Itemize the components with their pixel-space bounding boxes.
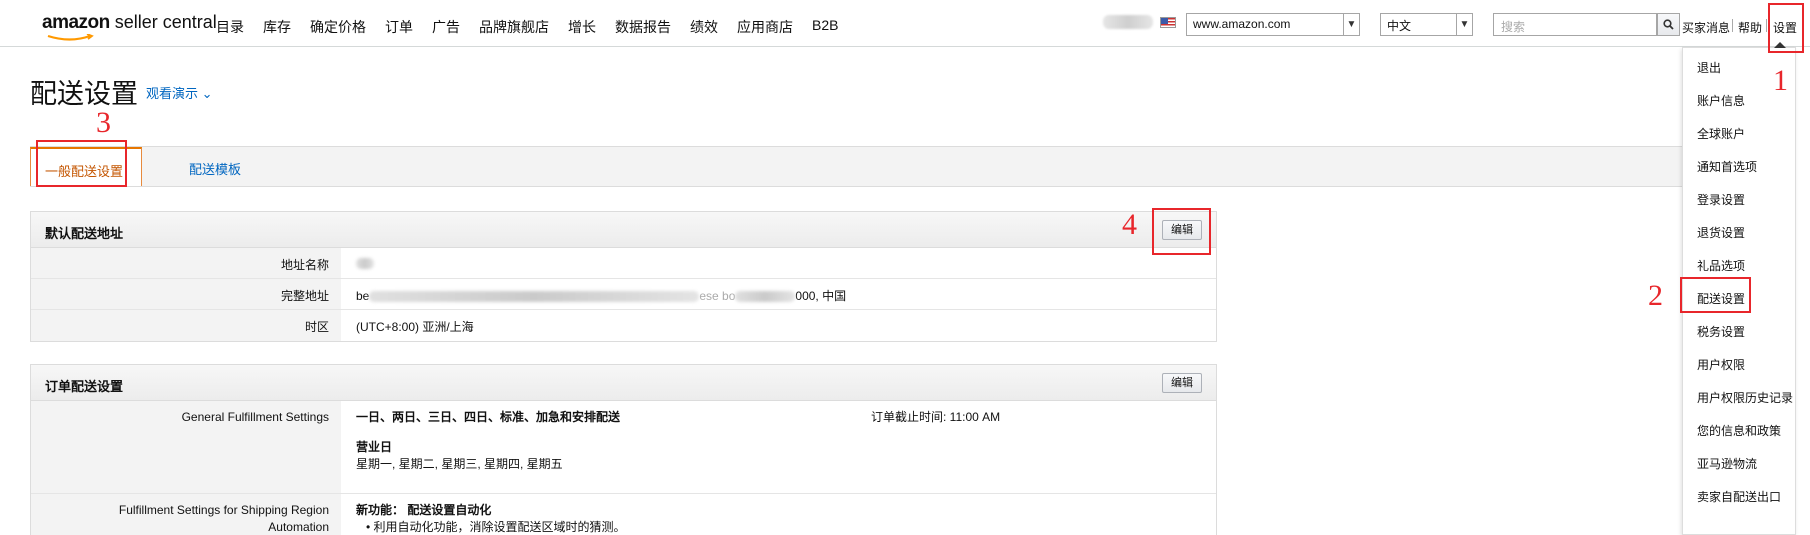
timezone-value: (UTC+8:00) 亚洲/上海 xyxy=(356,320,474,334)
full-address-row: 完整地址 be ese bo 000, 中国 xyxy=(31,279,1216,310)
nav-orders[interactable]: 订单 xyxy=(385,17,413,37)
nav-inventory[interactable]: 库存 xyxy=(263,17,291,37)
region-label-line1: Fulfillment Settings for Shipping Region xyxy=(118,503,329,517)
menu-item-return-settings[interactable]: 退货设置 xyxy=(1697,224,1745,241)
menu-item-logout[interactable]: 退出 xyxy=(1697,59,1721,76)
annotation-box-edit-button xyxy=(1152,208,1211,255)
nav-b2b[interactable]: B2B xyxy=(812,17,838,37)
address-name-value xyxy=(356,256,374,270)
address-name-label: 地址名称 xyxy=(31,248,341,278)
nav-pricing[interactable]: 确定价格 xyxy=(310,17,366,37)
marketplace-value: www.amazon.com xyxy=(1193,17,1291,31)
nav-catalog[interactable]: 目录 xyxy=(216,17,244,37)
menu-item-login-settings[interactable]: 登录设置 xyxy=(1697,191,1745,208)
chevron-down-icon: ▼ xyxy=(1456,14,1472,35)
top-nav-bar: amazon seller central 目录 库存 确定价格 订单 广告 品… xyxy=(0,0,1810,47)
logo-brand: amazon xyxy=(42,12,110,33)
annotation-number-1: 1 xyxy=(1773,64,1788,97)
timezone-row: 时区 (UTC+8:00) 亚洲/上海 xyxy=(31,310,1216,341)
nav-reports[interactable]: 数据报告 xyxy=(615,17,671,37)
address-mid: ese bo xyxy=(699,289,736,303)
general-fulfillment-content: 一日、两日、三日、四日、标准、加急和安排配送 订单截止时间: 11:00 AM … xyxy=(356,401,1216,473)
chevron-down-icon: ▼ xyxy=(1343,14,1359,35)
order-shipping-panel: 订单配送设置 编辑 General Fulfillment Settings 一… xyxy=(30,364,1217,535)
watch-demo-link[interactable]: 观看演示 ⌄ xyxy=(146,83,213,102)
fulfillment-methods: 一日、两日、三日、四日、标准、加急和安排配送 xyxy=(356,410,621,424)
menu-item-gift-options[interactable]: 礼品选项 xyxy=(1697,257,1745,274)
tab-bar: 一般配送设置 配送模板 xyxy=(30,146,1795,187)
full-address-value: be ese bo 000, 中国 xyxy=(356,287,846,304)
general-fulfillment-row: General Fulfillment Settings 一日、两日、三日、四日… xyxy=(31,401,1216,494)
general-fulfillment-label: General Fulfillment Settings xyxy=(31,401,341,493)
business-days-title: 营业日 xyxy=(356,440,393,454)
address-suffix: 000, 中国 xyxy=(795,289,847,303)
region-automation-content: 新功能： 配送设置自动化 • 利用自动化功能，消除设置配送区域时的猜测。 xyxy=(356,494,1216,535)
amazon-smile-icon xyxy=(47,34,94,41)
panel-header: 默认配送地址 编辑 xyxy=(31,212,1216,248)
tab-shipping-templates[interactable]: 配送模板 xyxy=(175,147,255,186)
seller-central-logo[interactable]: amazon seller central xyxy=(42,12,217,41)
address-prefix: be xyxy=(356,289,370,303)
menu-item-permission-history[interactable]: 用户权限历史记录 xyxy=(1697,389,1793,406)
page-title: 配送设置 xyxy=(30,79,138,109)
annotation-number-2: 2 xyxy=(1648,279,1663,312)
divider xyxy=(1766,19,1767,32)
buyer-messages-link[interactable]: 买家消息 xyxy=(1682,19,1730,36)
region-label-line2: Automation xyxy=(268,520,329,534)
annotation-box-general-tab xyxy=(36,140,127,187)
search-input[interactable]: 搜索 xyxy=(1493,13,1657,36)
menu-item-mfn-export[interactable]: 卖家自配送出口 xyxy=(1697,488,1781,505)
language-value: 中文 xyxy=(1387,19,1412,33)
nav-appstore[interactable]: 应用商店 xyxy=(737,17,793,37)
nav-performance[interactable]: 绩效 xyxy=(690,17,718,37)
panel-header: 订单配送设置 编辑 xyxy=(31,365,1216,401)
menu-item-account-info[interactable]: 账户信息 xyxy=(1697,92,1745,109)
nav-growth[interactable]: 增长 xyxy=(568,17,596,37)
annotation-box-settings xyxy=(1768,3,1804,53)
language-select[interactable]: 中文 ▼ xyxy=(1380,13,1473,36)
help-link[interactable]: 帮助 xyxy=(1738,19,1762,36)
region-automation-label: Fulfillment Settings for Shipping Region… xyxy=(31,494,341,535)
automation-bullet: • 利用自动化功能，消除设置配送区域时的猜测。 xyxy=(366,520,626,534)
business-days-value: 星期一, 星期二, 星期三, 星期四, 星期五 xyxy=(356,457,563,471)
search-icon xyxy=(1663,19,1674,30)
annotation-number-3: 3 xyxy=(96,106,111,139)
panel-title: 订单配送设置 xyxy=(45,379,124,394)
address-name-row: 地址名称 xyxy=(31,248,1216,279)
blurred-account-name xyxy=(1103,15,1153,29)
annotation-box-shipping-settings xyxy=(1680,277,1751,313)
timezone-label: 时区 xyxy=(31,310,341,341)
marketplace-select[interactable]: www.amazon.com ▼ xyxy=(1186,13,1360,36)
annotation-number-4: 4 xyxy=(1122,208,1137,241)
menu-item-tax-settings[interactable]: 税务设置 xyxy=(1697,323,1745,340)
main-nav: 目录 库存 确定价格 订单 广告 品牌旗舰店 增长 数据报告 绩效 应用商店 B… xyxy=(216,17,857,37)
nav-stores[interactable]: 品牌旗舰店 xyxy=(479,17,549,37)
us-flag-icon xyxy=(1160,17,1176,28)
menu-item-info-and-policies[interactable]: 您的信息和政策 xyxy=(1697,422,1781,439)
menu-item-user-permissions[interactable]: 用户权限 xyxy=(1697,356,1745,373)
new-feature-title: 新功能： 配送设置自动化 xyxy=(356,503,492,517)
order-cutoff-time: 订单截止时间: 11:00 AM xyxy=(871,410,1001,424)
menu-item-global-accounts[interactable]: 全球账户 xyxy=(1697,125,1745,142)
nav-advertising[interactable]: 广告 xyxy=(432,17,460,37)
search-button[interactable] xyxy=(1657,13,1680,36)
divider xyxy=(1732,19,1733,32)
logo-text: seller central xyxy=(109,12,217,32)
menu-item-notification-prefs[interactable]: 通知首选项 xyxy=(1697,158,1757,175)
menu-item-fba[interactable]: 亚马逊物流 xyxy=(1697,455,1757,472)
full-address-label: 完整地址 xyxy=(31,279,341,309)
edit-order-settings-button[interactable]: 编辑 xyxy=(1162,373,1202,393)
region-automation-row: Fulfillment Settings for Shipping Region… xyxy=(31,494,1216,535)
default-address-panel: 默认配送地址 编辑 地址名称 完整地址 be ese bo 000, 中国 时区 (… xyxy=(30,211,1217,342)
search-placeholder: 搜索 xyxy=(1501,20,1526,34)
panel-title: 默认配送地址 xyxy=(45,226,124,241)
